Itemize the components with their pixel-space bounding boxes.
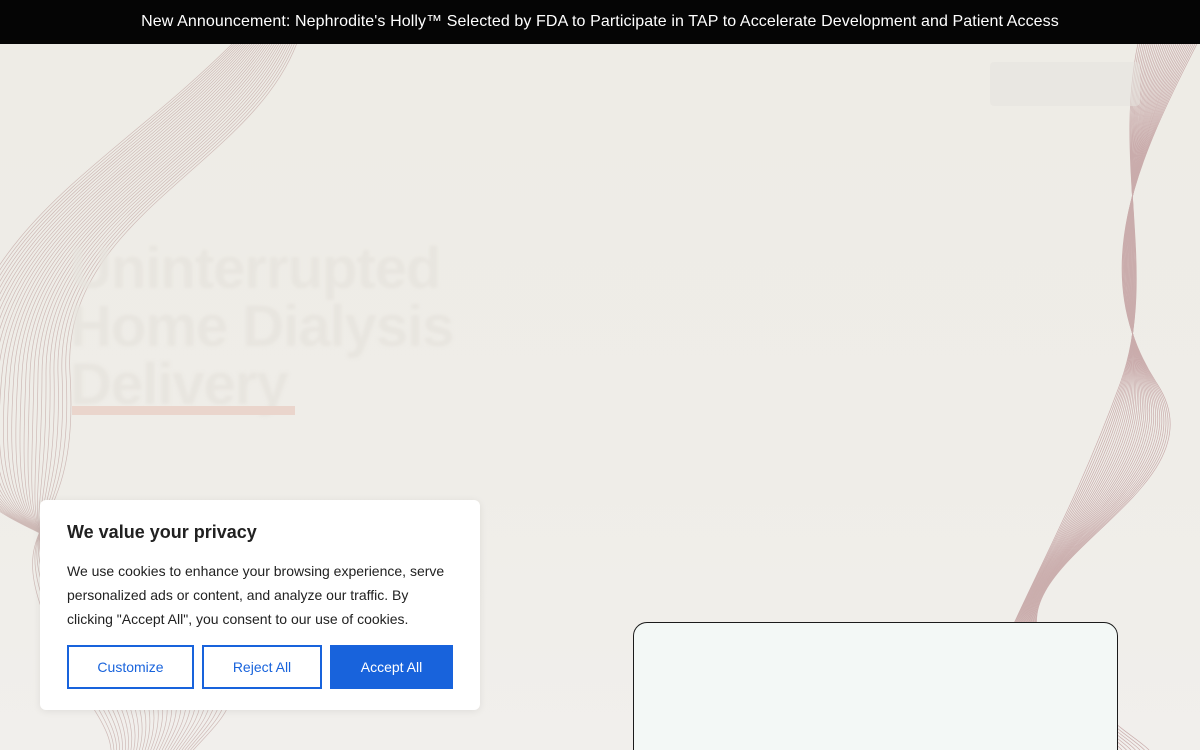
cookie-description: We use cookies to enhance your browsing …: [67, 563, 445, 627]
header-cta-placeholder[interactable]: [990, 62, 1140, 106]
reject-all-button[interactable]: Reject All: [202, 645, 322, 689]
announcement-bar[interactable]: New Announcement: Nephrodite's Holly™ Se…: [0, 0, 1200, 44]
customize-button[interactable]: Customize: [67, 645, 194, 689]
cookie-consent-banner: We value your privacy We use cookies to …: [40, 500, 480, 710]
headline-line-2: Home Dialysis: [70, 294, 455, 359]
headline-underline: [72, 406, 295, 415]
headline-line-1: Uninterrupted: [70, 236, 441, 301]
cookie-buttons: Customize Reject All Accept All: [67, 645, 453, 689]
hero-headline: Uninterrupted Home Dialysis Delivery: [70, 240, 490, 414]
hero-card: [633, 622, 1118, 750]
announcement-text[interactable]: New Announcement: Nephrodite's Holly™ Se…: [141, 13, 1059, 31]
accept-all-button[interactable]: Accept All: [330, 645, 453, 689]
cookie-title: We value your privacy: [67, 522, 257, 542]
